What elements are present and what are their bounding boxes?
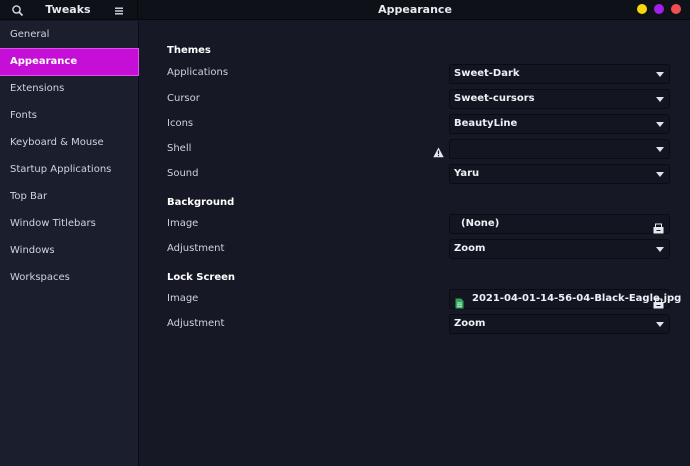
app-title: Tweaks [45,3,91,16]
icons-theme-value: BeautyLine [454,118,518,129]
lock-screen-adjustment-value: Zoom [454,318,486,329]
background-adjustment-value: Zoom [454,243,486,254]
chevron-down-icon [656,122,664,127]
chevron-down-icon [656,322,664,327]
background-image-value: (None) [461,218,500,229]
sidebar: General Appearance Extensions Fonts Keyb… [0,21,139,466]
sidebar-item-windows[interactable]: Windows [0,238,138,264]
sound-theme-select[interactable]: Yaru [449,164,670,184]
appearance-panel: Themes Applications Sweet-Dark Cursor Sw… [139,21,690,466]
shell-label: Shell [167,143,192,154]
close-button[interactable] [671,4,681,14]
background-adjustment-select[interactable]: Zoom [449,239,670,259]
open-file-icon [653,219,664,234]
applications-label: Applications [167,67,229,78]
page-title: Appearance [378,3,452,16]
sidebar-item-top-bar[interactable]: Top Bar [0,184,138,210]
cursor-theme-select[interactable]: Sweet-cursors [449,89,670,109]
lock-screen-image-label: Image [167,293,199,304]
header-bar: Tweaks Appearance [0,0,690,20]
sidebar-item-workspaces[interactable]: Workspaces [0,265,138,291]
background-heading: Background [167,197,235,208]
sidebar-item-window-titlebars[interactable]: Window Titlebars [0,211,138,237]
chevron-down-icon [656,147,664,152]
shell-theme-select[interactable] [449,139,670,159]
search-icon[interactable] [11,3,25,17]
themes-heading: Themes [167,45,211,56]
sidebar-item-startup-applications[interactable]: Startup Applications [0,157,138,183]
maximize-button[interactable] [654,4,664,14]
background-adjustment-label: Adjustment [167,243,225,254]
sidebar-item-appearance[interactable]: Appearance [0,48,139,76]
lock-screen-image-chooser[interactable]: 2021-04-01-14-56-04-Black-Eagle.jpg [449,289,681,309]
chevron-down-icon [656,97,664,102]
minimize-button[interactable] [637,4,647,14]
open-file-icon [653,294,664,309]
lock-screen-image-value: 2021-04-01-14-56-04-Black-Eagle.jpg [472,293,682,304]
lock-screen-adjustment-select[interactable]: Zoom [449,314,670,334]
sound-label: Sound [167,168,199,179]
hamburger-menu-icon[interactable] [112,3,126,17]
cursor-label: Cursor [167,93,200,104]
sidebar-header: Tweaks [0,0,138,20]
sidebar-item-general[interactable]: General [0,22,138,48]
applications-theme-value: Sweet-Dark [454,68,520,79]
sidebar-item-extensions[interactable]: Extensions [0,76,138,102]
warning-icon [433,143,444,158]
background-image-chooser[interactable]: (None) [449,214,670,234]
lock-screen-adjustment-label: Adjustment [167,318,225,329]
chevron-down-icon [656,72,664,77]
icons-label: Icons [167,118,194,129]
chevron-down-icon [656,172,664,177]
chevron-down-icon [656,247,664,252]
icons-theme-select[interactable]: BeautyLine [449,114,670,134]
image-file-icon [455,294,464,309]
sidebar-item-fonts[interactable]: Fonts [0,103,138,129]
lock-screen-heading: Lock Screen [167,272,236,283]
cursor-theme-value: Sweet-cursors [454,93,535,104]
sidebar-item-keyboard-mouse[interactable]: Keyboard & Mouse [0,130,138,156]
sound-theme-value: Yaru [454,168,480,179]
background-image-label: Image [167,218,199,229]
applications-theme-select[interactable]: Sweet-Dark [449,64,670,84]
